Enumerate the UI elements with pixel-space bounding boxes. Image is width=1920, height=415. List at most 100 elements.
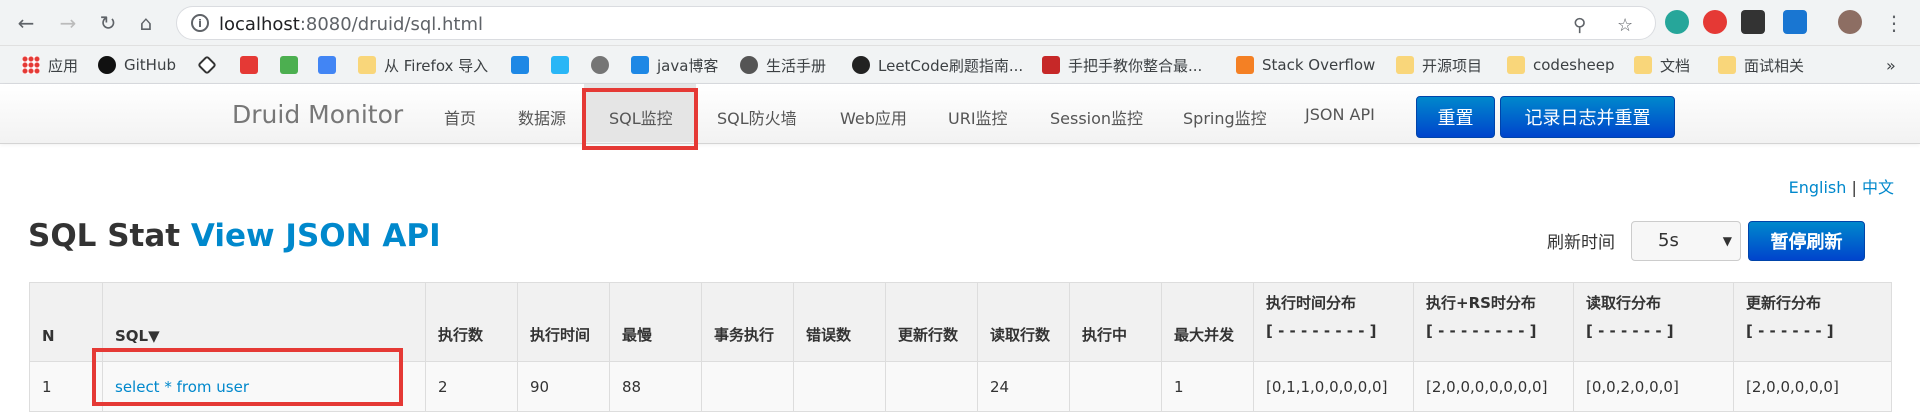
bookmark-java-blog[interactable]: java博客 [631,55,718,75]
bookmark-label: Stack Overflow [1262,56,1376,74]
bookmark-bilibili[interactable] [551,55,577,75]
dist-sub: [ - - - - - - ] [1586,322,1674,340]
log-and-reset-button[interactable]: 记录日志并重置 [1500,96,1675,138]
maps-icon [280,56,298,74]
bookmark-translate[interactable] [318,55,344,75]
star-icon[interactable]: ☆ [1617,15,1633,36]
sql-link[interactable]: select * from user [115,378,249,396]
bookmark-life-manual[interactable]: 生活手册 [740,55,826,75]
forward-arrow-icon[interactable]: → [54,9,82,37]
cell-updated-rows [885,361,978,412]
nav-spring-monitor[interactable]: Spring监控 [1183,105,1267,129]
col-tx-exec[interactable]: 事务执行 [701,282,794,362]
col-exec-rs-dist[interactable]: 执行+RS时分布 [ - - - - - - - - ] [1413,282,1574,362]
bookmark-label: 生活手册 [766,56,827,75]
druid-navbar: Druid Monitor 首页 数据源 SQL监控 SQL防火墙 Web应用 … [0,84,1920,144]
page-title: SQL Stat View JSON API [28,218,441,254]
col-errors[interactable]: 错误数 [793,282,886,362]
bookmark-apps[interactable]: 应用 [22,55,78,75]
lang-chinese[interactable]: 中文 [1862,178,1894,197]
back-arrow-icon[interactable]: ← [12,9,40,37]
url-text[interactable]: localhost:8080/druid/sql.html [219,14,483,35]
extension-glasses-icon[interactable] [1741,10,1765,34]
extension-hand-icon[interactable] [1703,10,1727,34]
bookmark-open-source[interactable]: 开源项目 [1396,55,1482,75]
col-running[interactable]: 执行中 [1069,282,1162,362]
col-slowest[interactable]: 最慢 [609,282,702,362]
bookmark-label: 从 Firefox 导入 [384,56,489,75]
bookmarks-overflow-icon[interactable]: » [1886,55,1896,75]
avatar[interactable] [1838,10,1862,34]
bookmark-leetcode[interactable]: LeetCode刷题指南... [852,55,1023,75]
nav-json-api[interactable]: JSON API [1305,105,1375,124]
zhihu-icon [511,56,529,74]
bookmark-diamond[interactable] [197,55,222,75]
zoom-icon[interactable]: ⚲ [1573,15,1586,36]
cell-slowest: 88 [609,361,702,412]
refresh-interval-label: 刷新时间 [1547,233,1615,253]
bookmark-label: codesheep [1533,56,1615,74]
folder-icon [1396,56,1414,74]
col-n[interactable]: N [29,282,103,362]
col-exec-count[interactable]: 执行数 [425,282,518,362]
bookmark-globe[interactable] [591,55,617,75]
cell-update-dist: [2,0,0,0,0,0] [1733,361,1892,412]
refresh-interval-select[interactable]: 5s ▼ [1631,221,1741,261]
bookmark-label: 开源项目 [1422,56,1483,75]
reset-button[interactable]: 重置 [1416,96,1495,138]
dist-sub: [ - - - - - - - - ] [1426,322,1537,340]
nav-session-monitor[interactable]: Session监控 [1050,105,1143,129]
bookmark-zhihu[interactable] [511,55,537,75]
sql-stat-table: N SQL▼ 执行数 执行时间 最慢 事务执行 错误数 更新行数 读取行数 执行… [29,282,1892,412]
col-updated-rows[interactable]: 更新行数 [885,282,978,362]
nav-sql-firewall[interactable]: SQL防火墙 [717,105,797,129]
dist-title: 执行时间分布 [1266,294,1357,312]
bookmark-label: java博客 [657,56,719,75]
bookmark-interview[interactable]: 面试相关 [1718,55,1804,75]
col-read-rows[interactable]: 读取行数 [977,282,1070,362]
cell-running [1069,361,1162,412]
bookmark-label: GitHub [124,56,176,74]
home-icon[interactable]: ⌂ [132,9,160,37]
bookmark-firefox-import[interactable]: 从 Firefox 导入 [358,55,488,75]
cell-errors [793,361,886,412]
url-host: localhost [219,14,300,35]
cell-read-rows: 24 [977,361,1070,412]
extension-calendar-icon[interactable] [1783,10,1807,34]
folder-icon [1507,56,1525,74]
bookmark-docs[interactable]: 文档 [1634,55,1690,75]
col-exec-time-dist[interactable]: 执行时间分布 [ - - - - - - - - ] [1253,282,1414,362]
extension-m-icon[interactable] [1665,10,1689,34]
col-update-dist[interactable]: 更新行分布 [ - - - - - - ] [1733,282,1892,362]
site-info-icon[interactable]: i [191,14,209,32]
nav-web-app[interactable]: Web应用 [840,105,907,129]
col-exec-time[interactable]: 执行时间 [517,282,610,362]
menu-icon[interactable]: ⋮ [1880,9,1908,37]
brand-title[interactable]: Druid Monitor [232,100,403,129]
nav-sql-monitor[interactable]: SQL监控 [609,105,673,129]
bookmark-codesheep[interactable]: codesheep [1507,55,1614,75]
address-bar[interactable]: i localhost:8080/druid/sql.html ⚲ ☆ [176,6,1656,40]
col-max-concurrent[interactable]: 最大并发 [1161,282,1254,362]
reload-icon[interactable]: ↻ [94,9,122,37]
cell-sql: select * from user [102,361,426,412]
nav-uri-monitor[interactable]: URI监控 [948,105,1008,129]
folder-icon [1718,56,1736,74]
bookmark-label: 面试相关 [1744,56,1805,75]
lang-english[interactable]: English [1789,178,1847,197]
bookmark-maps[interactable] [280,55,306,75]
apps-grid-icon [22,56,40,74]
bookmark-youtube[interactable] [240,55,266,75]
nav-home[interactable]: 首页 [444,105,476,129]
cell-exec-time: 90 [517,361,610,412]
view-json-api-link[interactable]: View JSON API [191,218,441,254]
col-sql[interactable]: SQL▼ [102,282,426,362]
pause-refresh-button[interactable]: 暂停刷新 [1748,221,1865,261]
cell-max-concurrent: 1 [1161,361,1254,412]
nav-datasource[interactable]: 数据源 [518,105,566,129]
bookmark-label: 文档 [1660,56,1691,75]
bookmark-github[interactable]: GitHub [98,55,176,75]
bookmark-csdn[interactable]: 手把手教你整合最... [1042,55,1202,75]
bookmark-stackoverflow[interactable]: Stack Overflow [1236,55,1375,75]
col-read-dist[interactable]: 读取行分布 [ - - - - - - ] [1573,282,1734,362]
